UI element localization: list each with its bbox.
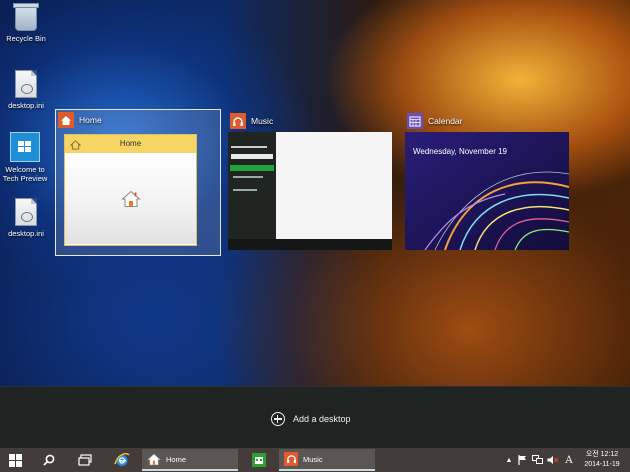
show-hidden-icons-button[interactable]: ▲ — [503, 448, 515, 472]
window-title: Home — [79, 115, 102, 125]
home-icon — [147, 453, 161, 466]
add-desktop-label: Add a desktop — [293, 414, 351, 424]
music-nav-pane — [228, 132, 276, 239]
thumbnail-body — [65, 153, 196, 244]
window-header: Home — [58, 112, 102, 128]
taskbar-app-label: Home — [166, 454, 187, 464]
calendar-icon — [407, 113, 423, 129]
music-playback-bar — [228, 239, 392, 250]
action-center-button[interactable] — [516, 448, 529, 472]
taskbar: Home Music ▲ A 오전 12:12 2014-11-19 — [0, 448, 630, 472]
clock-date: 2014-11-19 — [584, 461, 620, 468]
calendar-date: Wednesday, November 19 — [413, 147, 507, 156]
desktop-icon-desktop-ini-2[interactable]: desktop.ini — [0, 198, 52, 238]
taskbar-app-music[interactable]: Music — [279, 449, 375, 471]
ini-file-icon — [15, 198, 37, 226]
volume-muted-icon — [547, 456, 558, 464]
clock-time: 오전 12:12 — [585, 451, 619, 458]
task-view-icon — [78, 454, 92, 466]
headphones-icon — [230, 113, 246, 129]
window-header: Calendar — [407, 113, 463, 129]
taskbar-app-label: Music — [303, 454, 323, 464]
input-method-button[interactable]: A — [562, 448, 576, 472]
windows-logo-icon — [10, 132, 40, 162]
task-view-window-calendar[interactable]: Calendar Wednesday, November 19 — [405, 111, 569, 251]
add-desktop-button[interactable]: Add a desktop — [271, 411, 351, 427]
window-thumbnail: Home — [64, 134, 197, 246]
ini-file-icon — [15, 70, 37, 98]
desktop-icon-label: desktop.ini — [8, 101, 44, 110]
clock[interactable]: 오전 12:12 2014-11-19 — [580, 450, 624, 470]
desktop-icon-welcome[interactable]: Welcome to Tech Preview — [0, 132, 51, 183]
task-view-window-home[interactable]: Home Home — [55, 109, 221, 256]
search-icon — [43, 454, 55, 466]
home-icon — [58, 112, 74, 128]
task-view-button[interactable] — [70, 448, 100, 472]
store-icon — [252, 453, 266, 467]
thumbnail-titlebar: Home — [65, 135, 196, 153]
network-button[interactable] — [530, 448, 544, 472]
add-icon — [271, 412, 285, 426]
window-thumbnail: Wednesday, November 19 — [405, 132, 569, 250]
window-header: Music — [230, 113, 273, 129]
chevron-up-icon: ▲ — [505, 456, 513, 464]
headphones-icon — [284, 452, 298, 466]
desktop-icon-label: Welcome to Tech Preview — [2, 165, 48, 183]
store-button[interactable] — [247, 448, 271, 472]
desktop-icon-label: desktop.ini — [8, 229, 44, 238]
flag-icon — [518, 455, 526, 465]
window-title: Calendar — [428, 116, 463, 126]
ime-label: A — [565, 454, 573, 466]
network-icon — [531, 455, 543, 464]
taskbar-app-home[interactable]: Home — [142, 449, 238, 471]
internet-explorer-button[interactable] — [107, 448, 137, 472]
search-button[interactable] — [35, 448, 63, 472]
start-button[interactable] — [0, 448, 30, 472]
thumbnail-title: Home — [119, 139, 142, 148]
window-title: Music — [251, 116, 274, 126]
desktop-icon-desktop-ini[interactable]: desktop.ini — [0, 70, 52, 110]
desktop-icon-label: Recycle Bin — [6, 34, 46, 43]
desktop-background: Recycle Bin desktop.ini Welcome to Tech … — [0, 0, 630, 386]
windows-logo-icon — [8, 453, 22, 467]
desktop-icon-recycle-bin[interactable]: Recycle Bin — [0, 3, 52, 43]
window-thumbnail — [228, 132, 392, 250]
task-view-bar: Add a desktop — [0, 386, 630, 449]
task-view-window-music[interactable]: Music — [228, 111, 392, 251]
recycle-bin-icon — [13, 3, 39, 31]
home-icon — [121, 190, 141, 207]
volume-button[interactable] — [545, 448, 560, 472]
internet-explorer-icon — [114, 452, 130, 466]
